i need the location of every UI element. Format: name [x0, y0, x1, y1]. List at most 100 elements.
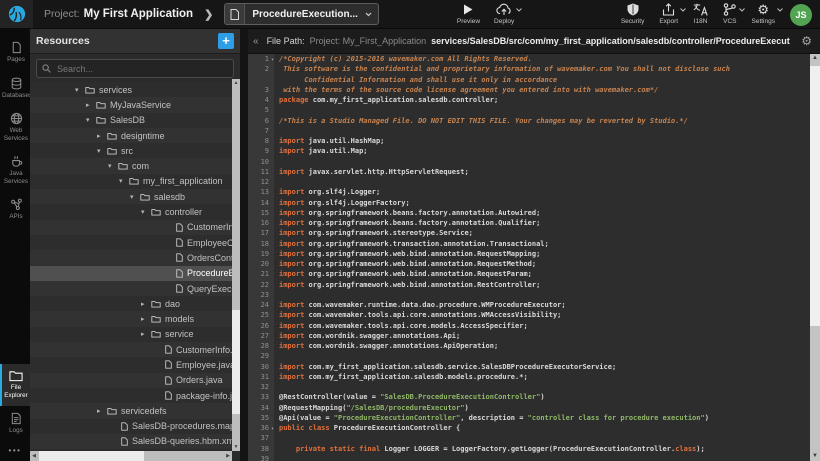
sidebar-item-java-services[interactable]: Java Services	[0, 149, 30, 192]
code-line[interactable]: 24 import com.wavemaker.runtime.data.dao…	[248, 300, 810, 310]
expand-arrow-icon[interactable]: ▸	[97, 132, 107, 140]
code-line[interactable]: 34 @RequestMapping("/SalesDB/procedureEx…	[248, 403, 810, 413]
panel-divider[interactable]	[240, 29, 248, 461]
code-line[interactable]: 35 @Api(value = "ProcedureExecutionContr…	[248, 413, 810, 423]
scroll-up-icon[interactable]: ▲	[810, 54, 820, 63]
code-line[interactable]: 18 import org.springframework.transactio…	[248, 239, 810, 249]
tree-item-salesdb-procedures-mappings-json[interactable]: SalesDB-procedures.mappings.json	[30, 419, 232, 434]
expand-arrow-icon[interactable]: ▸	[141, 315, 151, 323]
i18n-button[interactable]: I18N	[693, 3, 708, 25]
code-line[interactable]: 19 import org.springframework.web.bind.a…	[248, 249, 810, 259]
code-line[interactable]: Confidential Information and shall use i…	[248, 75, 810, 85]
tree-item-dao[interactable]: ▸ dao	[30, 296, 232, 311]
code-line[interactable]: 39	[248, 454, 810, 461]
chevron-down-icon[interactable]	[516, 8, 522, 12]
editor-settings-gear-icon[interactable]: ⚙	[801, 35, 812, 47]
tree-horizontal-scrollbar[interactable]: ◀ ▶	[30, 451, 232, 461]
expand-arrow-icon[interactable]: ▾	[108, 162, 118, 170]
tree-item-controller[interactable]: ▾ controller	[30, 204, 232, 219]
tree-item-src[interactable]: ▾ src	[30, 143, 232, 158]
preview-button[interactable]: Preview	[457, 3, 480, 25]
code-line[interactable]: 33 @RestController(value = "SalesDB.Proc…	[248, 392, 810, 402]
code-line[interactable]: 17 import org.springframework.stereotype…	[248, 228, 810, 238]
code-line[interactable]: 13 import org.slf4j.Logger;	[248, 187, 810, 197]
tree-item-my-first-application[interactable]: ▾ my_first_application	[30, 174, 232, 189]
tree-item-orders-java[interactable]: Orders.java	[30, 373, 232, 388]
code-line[interactable]: 28 import com.wordnik.swagger.annotation…	[248, 341, 810, 351]
expand-arrow-icon[interactable]: ▾	[86, 116, 96, 124]
settings-button[interactable]: ⚙ Settings	[752, 3, 776, 25]
tree-item-salesdb-queries-hbm-xml[interactable]: SalesDB-queries.hbm.xml	[30, 434, 232, 449]
tree-item-customerinfo-java[interactable]: CustomerInfo.java	[30, 342, 232, 357]
sidebar-item-apis[interactable]: APIs	[0, 192, 30, 228]
code-line[interactable]: 29	[248, 351, 810, 361]
tree-item-services[interactable]: ▾ services	[30, 82, 232, 97]
sidebar-item-pages[interactable]: Pages	[0, 35, 30, 71]
expand-arrow-icon[interactable]: ▸	[86, 101, 96, 109]
code-line[interactable]: 23	[248, 290, 810, 300]
code-line[interactable]: 37	[248, 433, 810, 443]
security-button[interactable]: Security	[621, 3, 644, 25]
scrollbar-thumb[interactable]	[39, 451, 144, 461]
tree-item-service[interactable]: ▸ service	[30, 327, 232, 342]
tree-item-salesdb[interactable]: ▾ salesdb	[30, 189, 232, 204]
tree-item-procedureexecutioncontroller-java[interactable]: ProcedureExecutionController.java	[30, 266, 232, 281]
code-line[interactable]: 20 import org.springframework.web.bind.a…	[248, 259, 810, 269]
code-line[interactable]: 4 package com.my_first_application.sales…	[248, 95, 810, 105]
tree-item-salesdb[interactable]: ▾ SalesDB	[30, 113, 232, 128]
code-line[interactable]: 14 import org.slf4j.LoggerFactory;	[248, 198, 810, 208]
expand-arrow-icon[interactable]: ▸	[141, 300, 151, 308]
code-line[interactable]: 10	[248, 157, 810, 167]
tree-item-employee-java[interactable]: Employee.java	[30, 357, 232, 372]
search-input[interactable]	[55, 63, 228, 75]
wavemaker-logo[interactable]	[0, 0, 33, 28]
expand-arrow-icon[interactable]: ▾	[75, 86, 85, 94]
tree-item-queryexecutioncontroller-java[interactable]: QueryExecutionController.java	[30, 281, 232, 296]
code-line[interactable]: 21 import org.springframework.web.bind.a…	[248, 269, 810, 279]
code-line[interactable]: 3 with the terms of the source code lice…	[248, 85, 810, 95]
code-line[interactable]: 2 This software is the confidential and …	[248, 64, 810, 74]
expand-arrow-icon[interactable]: ▾	[119, 177, 129, 185]
chevron-down-icon[interactable]	[777, 8, 783, 12]
code-line[interactable]: 32	[248, 382, 810, 392]
scroll-down-icon[interactable]: ▼	[810, 452, 820, 461]
sidebar-item-databases[interactable]: Databases	[0, 71, 30, 107]
tree-item-designtime[interactable]: ▸ designtime	[30, 128, 232, 143]
expand-arrow-icon[interactable]: ▾	[141, 208, 151, 216]
tree-item-customerinfocontroller-java[interactable]: CustomerInfoController.java	[30, 220, 232, 235]
tree-item-orderscontroller-java[interactable]: OrdersController.java	[30, 250, 232, 265]
chevron-down-icon[interactable]	[739, 8, 745, 12]
code-line[interactable]: 15 import org.springframework.beans.fact…	[248, 208, 810, 218]
code-line[interactable]: 11 import javax.servlet.http.HttpServlet…	[248, 167, 810, 177]
scroll-up-icon[interactable]: ▲	[232, 79, 240, 87]
scrollbar-thumb[interactable]	[232, 310, 240, 414]
scroll-right-icon[interactable]: ▶	[224, 451, 232, 461]
project-name[interactable]: My First Application	[84, 8, 193, 20]
expand-arrow-icon[interactable]: ▾	[130, 193, 140, 201]
sidebar-item-logs[interactable]: Logs	[0, 406, 30, 442]
editor-vertical-scrollbar[interactable]: ▲ ▼	[810, 54, 820, 461]
code-line[interactable]: 26 import com.wavemaker.tools.api.core.m…	[248, 321, 810, 331]
collapse-panel-button[interactable]: «	[250, 36, 262, 47]
chevron-down-icon[interactable]	[680, 8, 686, 12]
code-line[interactable]: 12	[248, 177, 810, 187]
expand-arrow-icon[interactable]: ▾	[97, 147, 107, 155]
rail-more-button[interactable]: •••	[0, 442, 30, 461]
code-line[interactable]: 6 /*This is a Studio Managed File. DO NO…	[248, 116, 810, 126]
add-resource-button[interactable]: +	[218, 33, 234, 49]
tree-vertical-scrollbar[interactable]: ▲ ▼	[232, 79, 240, 451]
code-area[interactable]: 1▾ /*Copyright (c) 2015-2016 wavemaker.c…	[248, 54, 820, 461]
expand-arrow-icon[interactable]: ▸	[141, 330, 151, 338]
tree-item-myjavaservice[interactable]: ▸ MyJavaService	[30, 97, 232, 112]
expand-arrow-icon[interactable]: ▸	[97, 407, 107, 415]
scrollbar-thumb[interactable]	[810, 66, 820, 326]
code-line[interactable]: 7	[248, 126, 810, 136]
deploy-button[interactable]: Deploy	[494, 3, 514, 25]
code-line[interactable]: 30 import com.my_first_application.sales…	[248, 362, 810, 372]
tree-item-models[interactable]: ▸ models	[30, 311, 232, 326]
code-line[interactable]: 22 import org.springframework.web.bind.a…	[248, 280, 810, 290]
code-line[interactable]: 36▾ public class ProcedureExecutionContr…	[248, 423, 810, 433]
chevron-down-icon[interactable]	[365, 12, 378, 17]
scroll-left-icon[interactable]: ◀	[30, 451, 38, 461]
vcs-button[interactable]: VCS	[723, 3, 736, 25]
